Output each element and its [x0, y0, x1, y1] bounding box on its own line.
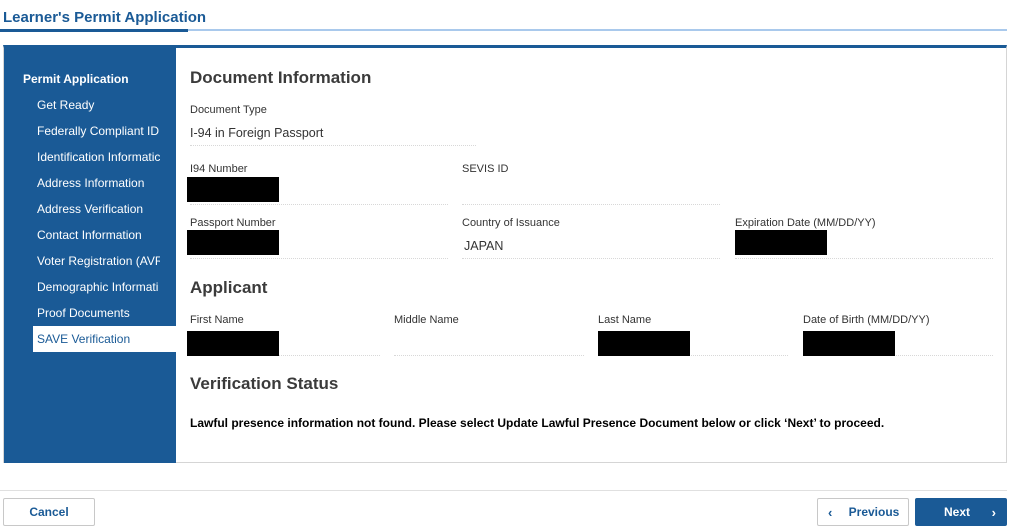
previous-button[interactable]: ‹ Previous [817, 498, 909, 526]
sidebar-heading[interactable]: Permit Application [23, 72, 129, 86]
document-type-value: I-94 in Foreign Passport [190, 122, 476, 146]
sidebar-item-identification-information[interactable]: Identification Informatic [4, 144, 160, 170]
document-type-label: Document Type [190, 104, 267, 116]
sidebar-item-address-information[interactable]: Address Information [4, 170, 160, 196]
sidebar: Permit Application Get Ready Federally C… [4, 48, 185, 463]
verification-section-title: Verification Status [190, 374, 339, 393]
previous-button-label: Previous [848, 505, 900, 519]
expiration-date-label: Expiration Date (MM/DD/YY) [735, 217, 876, 229]
sevis-id-label: SEVIS ID [462, 163, 509, 175]
sevis-id-value [462, 181, 720, 205]
last-name-redaction [598, 331, 690, 356]
date-of-birth-label: Date of Birth (MM/DD/YY) [803, 314, 930, 326]
first-name-redaction [187, 331, 279, 356]
cancel-button-label: Cancel [29, 505, 69, 519]
application-card: Permit Application Get Ready Federally C… [3, 45, 1007, 463]
next-button-label: Next [943, 505, 970, 519]
sidebar-item-demographic-information[interactable]: Demographic Informati [4, 274, 160, 300]
sidebar-item-save-verification[interactable]: SAVE Verification [33, 326, 185, 352]
i94-number-label: I94 Number [190, 163, 248, 175]
app-title: Learner's Permit Application [3, 9, 207, 26]
sevis-id-field: SEVIS ID [462, 163, 720, 205]
first-name-label: First Name [190, 314, 244, 326]
country-of-issuance-value: JAPAN [462, 235, 720, 259]
main-content: Document Information Document Type I-94 … [187, 48, 1000, 463]
sidebar-item-proof-documents[interactable]: Proof Documents [4, 300, 160, 326]
document-type-field: Document Type I-94 in Foreign Passport [190, 104, 476, 146]
sidebar-nav: Get Ready Federally Compliant ID Identif… [4, 92, 185, 352]
applicant-section-title: Applicant [190, 278, 268, 297]
cancel-button[interactable]: Cancel [3, 498, 95, 526]
passport-number-label: Passport Number [190, 217, 276, 229]
title-underline [0, 29, 188, 32]
passport-number-redaction [187, 230, 279, 255]
last-name-label: Last Name [598, 314, 652, 326]
date-of-birth-redaction [803, 331, 895, 356]
verification-status-message: Lawful presence information not found. P… [190, 416, 885, 430]
sidebar-item-federally-compliant-id[interactable]: Federally Compliant ID [4, 118, 160, 144]
footer-divider [0, 490, 1007, 491]
expiration-date-redaction [735, 230, 827, 255]
document-section-title: Document Information [190, 68, 372, 87]
i94-number-redaction [187, 177, 279, 202]
chevron-left-icon: ‹ [828, 505, 833, 520]
next-button[interactable]: Next › [915, 498, 1007, 526]
chevron-right-icon: › [991, 505, 996, 520]
sidebar-item-voter-registration[interactable]: Voter Registration (AVR [4, 248, 160, 274]
country-of-issuance-label: Country of Issuance [462, 217, 560, 229]
sidebar-item-get-ready[interactable]: Get Ready [4, 92, 160, 118]
country-of-issuance-field: Country of Issuance JAPAN [462, 217, 720, 259]
middle-name-field: Middle Name [394, 314, 584, 356]
middle-name-label: Middle Name [394, 314, 459, 326]
sidebar-item-contact-information[interactable]: Contact Information [4, 222, 160, 248]
sidebar-item-address-verification[interactable]: Address Verification [4, 196, 160, 222]
middle-name-value [394, 332, 584, 356]
